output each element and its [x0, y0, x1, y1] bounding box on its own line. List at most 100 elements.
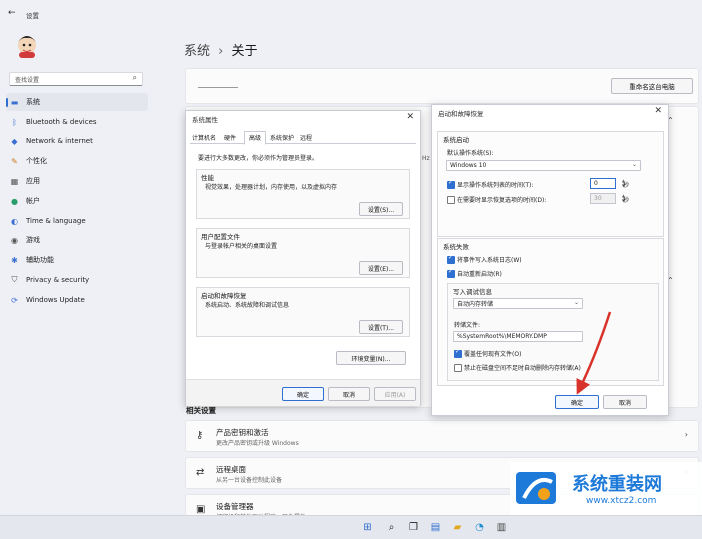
tab-computer-name[interactable]: 计算机名: [192, 133, 216, 142]
remote-desktop-icon: ⇄: [196, 467, 205, 478]
performance-group: 性能 视觉效果，处理器计划，内存使用，以及虚拟内存 设置(S)...: [196, 169, 410, 219]
search-icon[interactable]: ⌕: [386, 522, 397, 533]
show-recovery-checkbox[interactable]: [447, 196, 455, 204]
related-item-product-key[interactable]: ⚷ 产品密钥和激活 更改产品密钥或升级 Windows ›: [185, 420, 699, 452]
sidebar-item-label: 帐户: [26, 197, 40, 205]
group-description: 系统启动、系统故障和调试信息: [205, 302, 290, 309]
sidebar-item-label: 游戏: [26, 236, 40, 244]
sidebar-item-label: 系统: [26, 98, 40, 106]
default-os-value: Windows 10: [450, 162, 487, 169]
sidebar-item-label: 个性化: [26, 157, 47, 165]
rename-pc-button[interactable]: 重命名这台电脑: [611, 78, 693, 94]
seconds-unit: 秒: [623, 182, 630, 189]
overwrite-checkbox[interactable]: [454, 348, 462, 358]
gamepad-icon: ◉: [11, 235, 18, 245]
breadcrumb: 系统 › 关于: [184, 40, 258, 59]
breadcrumb-separator: ›: [218, 44, 224, 59]
write-event-log-label: 将事件写入系统日志(W): [457, 257, 522, 264]
avatar[interactable]: [14, 30, 40, 58]
related-item-subtitle: 更改产品密钥或升级 Windows: [216, 440, 299, 447]
sidebar-item-network[interactable]: ◆ Network & internet: [6, 132, 148, 150]
windows-start-icon[interactable]: ⊞: [362, 522, 373, 533]
related-settings-heading: 相关设置: [186, 406, 216, 415]
cancel-button[interactable]: 取消: [328, 387, 370, 401]
system-startup-group: 系统启动 默认操作系统(S): Windows 10 ⌄ 显示操作系统列表的时间…: [437, 131, 664, 237]
group-label: 启动和故障恢复: [201, 292, 247, 300]
startup-recovery-settings-button[interactable]: 设置(T)...: [359, 320, 403, 334]
apps-icon: ▦: [10, 176, 19, 186]
update-icon: ⟳: [11, 295, 18, 305]
dialog-footer: 确定 取消 应用(A): [186, 379, 420, 406]
sidebar-item-personalization[interactable]: ✎ 个性化: [6, 152, 148, 170]
show-os-list-seconds-input[interactable]: 0 ▲ ▼: [590, 178, 625, 189]
sidebar-item-label: Bluetooth & devices: [26, 118, 97, 126]
tab-system-protection[interactable]: 系统保护: [270, 133, 294, 142]
performance-settings-button[interactable]: 设置(S)...: [359, 202, 403, 216]
person-icon: ●: [11, 196, 18, 206]
back-button[interactable]: ←: [8, 8, 16, 18]
search-icon: ⌕: [132, 73, 137, 82]
auto-restart-label: 自动重新启动(R): [457, 271, 502, 278]
apply-button[interactable]: 应用(A): [374, 387, 416, 401]
dialog-title: 系统属性: [192, 116, 218, 124]
related-item-subtitle: 从另一台设备控制此设备: [216, 477, 283, 484]
sidebar-item-bluetooth[interactable]: ᛒ Bluetooth & devices: [6, 113, 148, 131]
task-view-icon[interactable]: ❐: [408, 522, 419, 533]
watermark-url: www.xtcz2.com: [586, 496, 657, 506]
related-item-title: 设备管理器: [216, 502, 254, 511]
page-title: 关于: [231, 44, 258, 59]
show-recovery-label: 在需要时显示恢复选项的时间(D):: [457, 197, 547, 204]
show-recovery-seconds-input[interactable]: 30 ▲ ▼: [590, 193, 625, 204]
sidebar-item-accessibility[interactable]: ✱ 辅助功能: [6, 251, 148, 269]
wifi-icon: ◆: [11, 136, 18, 146]
debug-type-value: 自动内存转储: [457, 301, 494, 308]
system-failure-group: 系统失败 将事件写入系统日志(W) 自动重新启动(R) 写入调试信息 自动内存转…: [437, 238, 664, 386]
file-explorer-icon[interactable]: ▰: [452, 522, 463, 533]
sidebar-item-privacy[interactable]: ⛉ Privacy & security: [6, 271, 148, 289]
user-profiles-group: 用户配置文件 与登录帐户相关的桌面设置 设置(E)...: [196, 228, 410, 278]
close-icon[interactable]: ✕: [406, 112, 414, 122]
sidebar-item-gaming[interactable]: ◉ 游戏: [6, 231, 148, 249]
device-name-card: 重命名这台电脑: [185, 68, 699, 104]
key-icon: ⚷: [196, 430, 204, 441]
ok-button[interactable]: 确定: [282, 387, 324, 401]
tab-remote[interactable]: 远程: [300, 133, 312, 142]
default-os-select[interactable]: Windows 10 ⌄: [446, 160, 641, 171]
sidebar-item-label: 辅助功能: [26, 256, 54, 264]
show-os-list-checkbox[interactable]: [447, 179, 455, 189]
close-icon[interactable]: ✕: [654, 106, 662, 116]
sidebar-item-system[interactable]: ▬ 系统: [6, 93, 148, 111]
widgets-icon[interactable]: ▤: [430, 522, 441, 533]
bluetooth-icon: ᛒ: [12, 117, 17, 127]
watermark-logo-icon: [516, 472, 556, 504]
group-label: 系统失败: [443, 243, 469, 251]
sidebar-item-windows-update[interactable]: ⟳ Windows Update: [6, 291, 148, 309]
sidebar-item-accounts[interactable]: ● 帐户: [6, 192, 148, 210]
window-title: 设置: [26, 12, 39, 20]
shield-icon: ⛉: [11, 275, 18, 284]
overwrite-label: 覆盖任何现有文件(O): [464, 351, 522, 358]
environment-variables-button[interactable]: 环境变量(N)...: [336, 351, 406, 365]
startup-recovery-group: 启动和故障恢复 系统启动、系统故障和调试信息 设置(T)...: [196, 287, 410, 337]
default-os-label: 默认操作系统(S):: [447, 150, 494, 157]
disable-auto-delete-checkbox[interactable]: [454, 364, 462, 372]
tab-hardware[interactable]: 硬件: [224, 133, 236, 142]
show-os-list-label: 显示操作系统列表的时间(T):: [457, 182, 534, 189]
sidebar-item-time-language[interactable]: ◐ Time & language: [6, 212, 148, 230]
search-placeholder: 查找设置: [15, 77, 40, 84]
spin-value: 0: [594, 180, 598, 187]
auto-restart-checkbox[interactable]: [447, 268, 455, 278]
dialog-title: 启动和故障恢复: [438, 110, 484, 118]
write-event-log-checkbox[interactable]: [447, 254, 455, 264]
group-description: 与登录帐户相关的桌面设置: [205, 243, 278, 250]
sidebar-item-apps[interactable]: ▦ 应用: [6, 172, 148, 190]
tab-advanced[interactable]: 高级: [244, 131, 267, 145]
annotation-arrow: [576, 311, 612, 395]
store-icon[interactable]: ▥: [496, 522, 507, 533]
search-input[interactable]: 查找设置 ⌕: [9, 72, 143, 86]
edge-icon[interactable]: ◔: [474, 522, 485, 533]
watermark-title: 系统重装网: [572, 474, 662, 495]
user-profiles-settings-button[interactable]: 设置(E)...: [359, 261, 403, 275]
breadcrumb-root[interactable]: 系统: [184, 44, 210, 59]
system-properties-dialog: 系统属性 ✕ 计算机名 硬件 高级 系统保护 远程 要进行大多数更改，你必须作为…: [185, 110, 421, 406]
